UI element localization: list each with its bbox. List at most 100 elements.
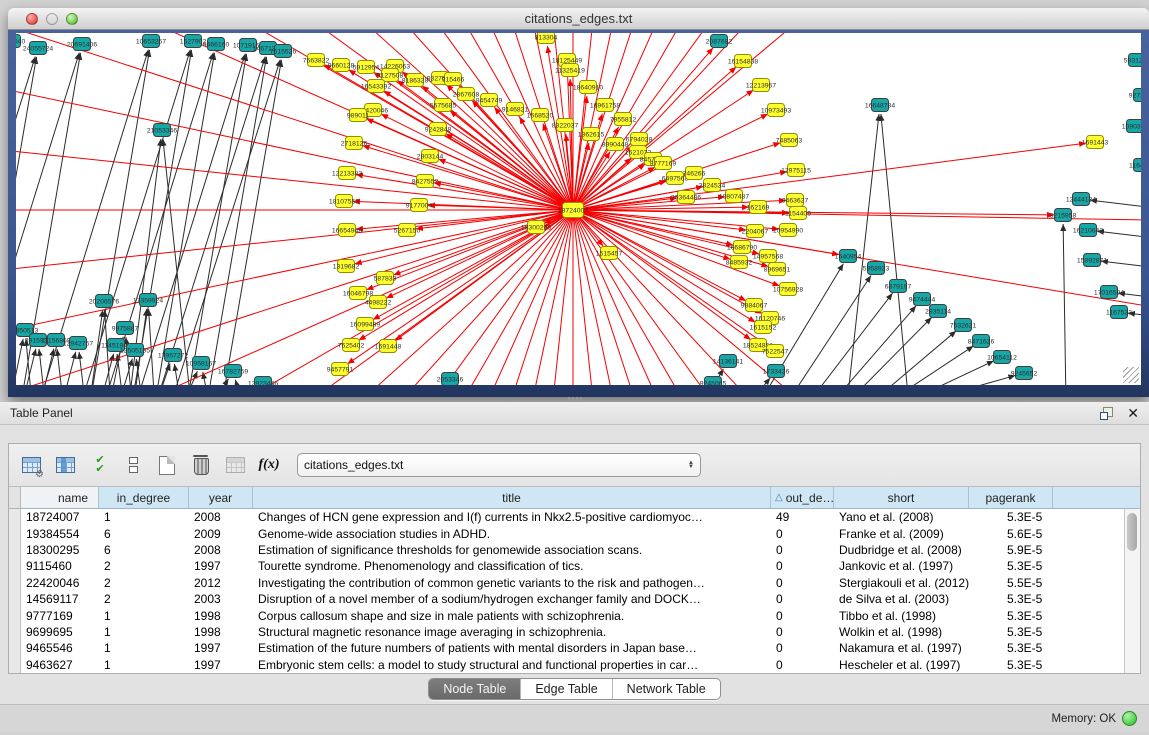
table-cell[interactable]: 22420046 [21,576,99,590]
table-cell[interactable]: 18300295 [21,543,99,557]
window-titlebar[interactable]: citations_edges.txt [8,8,1149,30]
tab-network-table[interactable]: Network Table [613,679,720,699]
graph-node[interactable]: 14957568 [753,250,783,263]
graph-node[interactable]: 8454749 [476,94,503,107]
table-cell[interactable]: 9699695 [21,625,99,639]
table-cell[interactable]: 1997 [189,641,253,655]
table-cell[interactable]: Wolkin et al. (1998) [834,625,969,639]
pane-splitter[interactable] [0,397,1149,402]
graph-node[interactable]: 16686790 [727,241,757,254]
table-row[interactable]: 911546021997Tourette syndrome. Phenomeno… [9,558,1140,574]
canvas-resize-grip[interactable] [1123,367,1139,383]
table-cell[interactable]: 1 [99,510,189,524]
graph-node[interactable]: 15892871 [1077,254,1107,267]
graph-node[interactable]: 12213383 [332,167,362,180]
table-cell[interactable]: 0 [771,559,834,573]
column-header-year[interactable]: year [189,487,253,508]
graph-node[interactable]: 9463627 [782,194,809,207]
table-cell[interactable]: 2012 [189,576,253,590]
graph-node[interactable]: 7485063 [776,134,803,147]
graph-node[interactable]: 7663822 [303,54,330,67]
graph-node[interactable]: 915466 [442,73,465,86]
graph-node[interactable]: 813304 [535,33,558,44]
graph-node[interactable]: 12444134 [1066,193,1096,206]
table-row[interactable]: 946554611997Estimation of the future num… [9,640,1140,656]
table-cell[interactable]: 0 [771,576,834,590]
column-header-title[interactable]: title [253,487,771,508]
table-cell[interactable]: 49 [771,510,834,524]
graph-node[interactable]: 6879197 [885,280,912,293]
table-cell[interactable]: 5.3E-5 [969,510,1053,524]
table-cell[interactable]: 5.3E-5 [969,559,1053,573]
table-cell[interactable]: 14569117 [21,592,99,606]
table-cell[interactable]: Nakamura et al. (1997) [834,641,969,655]
table-cell[interactable]: Stergiakouli et al. (2012) [834,576,969,590]
vertical-scrollbar[interactable] [1124,509,1140,673]
table-cell[interactable]: 5.9E-5 [969,543,1053,557]
table-row[interactable]: 969969511998Structural magnetic resonanc… [9,624,1140,640]
graph-node[interactable]: 12975115 [781,164,811,177]
table-cell[interactable]: 5.3E-5 [969,592,1053,606]
table-cell[interactable]: 2009 [189,527,253,541]
table-row[interactable]: 1456911722003Disruption of a novel membe… [9,591,1140,607]
table-cell[interactable]: 5.3E-5 [969,625,1053,639]
table-row[interactable]: 1938455462009Genome-wide association stu… [9,525,1140,541]
select-all-rows-button[interactable]: ✔✔ [87,453,111,477]
graph-node[interactable]: 7955812 [610,113,637,126]
graph-node[interactable]: 1640954 [835,250,862,263]
table-cell[interactable]: Corpus callosum shape and size in male p… [253,609,771,623]
table-cell[interactable]: 5.3E-5 [969,609,1053,623]
graph-node[interactable]: 1319682 [333,260,360,273]
table-cell[interactable]: 0 [771,609,834,623]
table-cell[interactable]: 5.6E-5 [969,527,1053,541]
graph-node[interactable]: 9245652 [1011,367,1038,380]
table-cell[interactable]: Tibbo et al. (1998) [834,609,969,623]
graph-node[interactable]: 8485932 [726,256,753,269]
table-cell[interactable]: de Silva et al. (2003) [834,592,969,606]
table-cell[interactable]: Genome-wide association studies in ADHD. [253,527,771,541]
graph-node[interactable]: 1167533 [1106,306,1132,319]
table-cell[interactable]: 0 [771,527,834,541]
graph-node[interactable]: 1691443 [1082,136,1109,149]
graph-node[interactable]: 10954990 [773,224,803,237]
table-cell[interactable]: Embryonic stem cells: a model to study s… [253,658,771,672]
table-cell[interactable]: 2008 [189,543,253,557]
graph-hub-node[interactable]: 18724007 [558,203,588,218]
table-cell[interactable]: 1 [99,625,189,639]
select-column-button[interactable] [53,453,77,477]
graph-node[interactable]: 3824534 [699,179,726,192]
graph-node[interactable]: 20691406 [67,38,97,51]
table-cell[interactable]: Jankovic et al. (1997) [834,559,969,573]
column-header-short[interactable]: short [834,487,969,508]
graph-node[interactable]: 10973493 [761,104,791,117]
graph-node[interactable]: 10653257 [136,35,166,48]
graph-node[interactable]: 9975887 [112,322,139,335]
graph-node[interactable]: 2935114 [925,305,951,318]
graph-node[interactable]: 5958923 [863,262,890,275]
table-cell[interactable]: Yano et al. (2008) [834,510,969,524]
graph-node[interactable]: 746266 [683,167,706,180]
graph-node[interactable]: 24055724 [23,42,53,55]
column-header-in-degree[interactable]: in_degree [99,487,189,508]
table-cell[interactable]: 9777169 [21,609,99,623]
table-cell[interactable]: 0 [771,543,834,557]
network-canvas[interactable]: 1872400776638229660128591295414226063912… [16,33,1141,385]
table-cell[interactable]: 2 [99,576,189,590]
graph-node[interactable]: 18640910 [573,81,603,94]
graph-node[interactable]: 17016504 [1094,286,1124,299]
graph-node[interactable]: 16648784 [865,99,895,112]
new-table-button[interactable] [155,453,179,477]
graph-node[interactable]: 7632621 [950,319,977,332]
table-cell[interactable]: 9463627 [21,658,99,672]
graph-node[interactable]: 9272041 [1129,89,1141,102]
graph-node[interactable]: 1568520 [527,109,554,122]
graph-node[interactable]: 16210643 [1073,224,1103,237]
graph-node[interactable]: 12923446 [248,377,278,386]
table-cell[interactable]: 6 [99,543,189,557]
graph-node[interactable]: 9242848 [425,123,452,136]
table-row[interactable]: 1872400712008Changes of HCN gene express… [9,509,1140,525]
table-cell[interactable]: 5.5E-5 [969,576,1053,590]
table-row[interactable]: 1830029562008Estimation of significance … [9,542,1140,558]
minimize-button[interactable] [46,13,58,25]
table-row[interactable]: 946362711997Embryonic stem cells: a mode… [9,657,1140,673]
